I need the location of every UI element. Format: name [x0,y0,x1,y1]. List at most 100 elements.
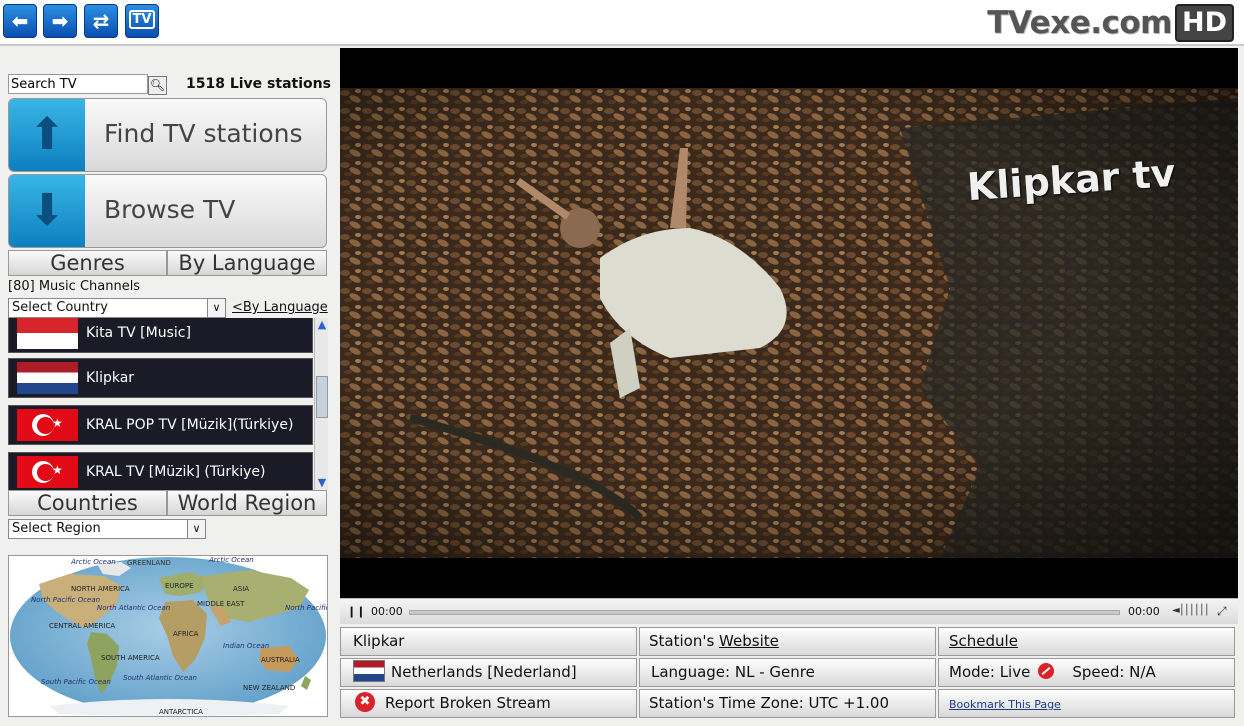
video-player[interactable]: Klipkar tv ❙❙ 00:00 00:00 ◄││││││ ⤢ [340,48,1238,624]
up-arrow-icon: ⬆ [9,99,85,171]
find-tv-stations-label: Find TV stations [104,119,303,148]
page-root: ⬅ ➡ ⇄ TV TVexe.com HD 🔍︎ 1518 Live stati… [0,0,1244,726]
station-name-cell: Klipkar [340,627,637,656]
map-label: North Atlantic Ocean [97,604,170,612]
map-label: North Pacific Ocean [31,596,100,604]
progress-bar[interactable] [409,610,1120,615]
map-label: Arctic Ocean [208,556,254,564]
website-prefix: Station's [649,632,720,650]
channel-name: KRAL TV [Müzik] (Türkiye) [86,464,266,480]
left-panel: 🔍︎ 1518 Live stations ⬆ Find TV stations… [0,48,338,726]
find-tv-stations-button[interactable]: ⬆ Find TV stations [8,98,327,172]
station-language: Language: NL - Genre [651,663,815,681]
tab-world-region[interactable]: World Region [167,490,327,516]
map-label: North Pacific Ocean [285,604,327,612]
map-label: South Pacific Ocean [41,678,111,686]
map-label: Indian Ocean [223,642,269,650]
magnifier-icon[interactable]: 🔍︎ [148,76,167,95]
netherlands-flag-icon [353,659,385,682]
map-label: AFRICA [173,630,199,638]
no-entry-icon [1038,662,1055,679]
browse-tv-button[interactable]: ⬇ Browse TV [8,174,327,248]
channel-item-klipkar[interactable]: Klipkar [8,358,313,398]
tv-label: TV [128,10,156,29]
country-select-value: Select Country [12,300,108,315]
station-country[interactable]: Netherlands [Nederland] [391,663,577,681]
stream-mode: Mode: Live [949,663,1031,681]
schedule-cell: Schedule [938,627,1235,656]
channel-name: Kita TV [Music] [86,325,191,341]
player-controls: ❙❙ 00:00 00:00 ◄││││││ ⤢ [340,598,1238,624]
world-map-graphic: Arctic Ocean GREENLAND Arctic Ocean NORT… [10,556,327,716]
netherlands-flag-icon [17,362,78,394]
forward-arrow-icon[interactable]: ➡ [43,4,77,38]
map-label: AUSTRALIA [261,656,300,664]
chevron-down-icon: ∨ [187,520,205,538]
channel-item-kita-tv[interactable]: Kita TV [Music] [8,318,313,353]
map-label: NEW ZEALAND [243,684,295,692]
current-time: 00:00 [371,605,403,618]
station-timezone: Station's Time Zone: UTC +1.00 [649,694,889,712]
map-label: South Atlantic Ocean [123,674,197,682]
turkey-flag-icon: ★ [17,456,78,488]
live-station-count: 1518 Live stations [186,76,331,92]
mode-speed-cell: Mode: Live Speed: N/A [938,658,1235,687]
country-cell: Netherlands [Nederland] [340,658,637,687]
close-icon: ✖ [355,691,375,712]
logo-text: TVexe.com [987,5,1172,41]
channel-list: Kita TV [Music] Klipkar ★ KRAL POP TV [M… [8,318,328,490]
map-label: EUROPE [165,582,194,590]
map-label: GREENLAND [127,559,171,567]
fullscreen-icon[interactable]: ⤢ [1217,604,1227,619]
down-arrow-icon: ⬇ [9,175,85,247]
channel-list-scrollbar[interactable]: ▲ ▼ [314,318,328,490]
tab-countries[interactable]: Countries [8,490,167,516]
map-label: SOUTH AMERICA [101,654,160,662]
video-frame[interactable]: Klipkar tv [340,88,1238,558]
tab-genres[interactable]: Genres [8,250,167,276]
region-select[interactable]: Select Region ∨ [8,519,206,539]
tv-home-button[interactable]: TV [125,4,159,38]
by-language-link[interactable]: <By Language [232,300,328,315]
genre-heading: [80] Music Channels [8,279,141,294]
map-label: NORTH AMERICA [71,585,130,593]
schedule-link[interactable]: Schedule [949,632,1018,650]
bookmark-link[interactable]: Bookmark This Page [939,698,1061,711]
volume-icon[interactable]: ◄││││││ [1172,605,1210,616]
country-select[interactable]: Select Country ∨ [8,298,226,318]
logo-hd-badge: HD [1174,4,1234,42]
map-label: ASIA [233,585,249,593]
refresh-icon[interactable]: ⇄ [84,4,118,38]
total-time: 00:00 [1128,605,1160,618]
channel-item-kral-pop-tv[interactable]: ★ KRAL POP TV [Müzik](Türkiye) [8,405,313,445]
search-input[interactable] [8,74,148,94]
browse-tv-label: Browse TV [104,195,236,224]
back-arrow-icon[interactable]: ⬅ [3,4,37,38]
region-select-value: Select Region [12,521,101,536]
scroll-thumb[interactable] [316,376,328,418]
report-broken-stream-button[interactable]: ✖ Report Broken Stream [340,689,637,718]
language-cell: Language: NL - Genre [639,658,936,687]
station-name: Klipkar [353,632,405,650]
indonesia-flag-icon [17,318,78,349]
station-website-cell: Station's Website [639,627,936,656]
scroll-up-icon[interactable]: ▲ [316,319,328,331]
channel-name: KRAL POP TV [Müzik](Türkiye) [86,417,294,433]
site-logo[interactable]: TVexe.com HD [987,4,1234,42]
stream-speed: Speed: N/A [1072,663,1156,681]
report-label: Report Broken Stream [385,694,551,712]
bookmark-cell: Bookmark This Page [938,689,1235,718]
world-map[interactable]: Arctic Ocean GREENLAND Arctic Ocean NORT… [8,555,328,717]
pause-icon[interactable]: ❙❙ [347,605,365,618]
channel-item-kral-tv[interactable]: ★ KRAL TV [Müzik] (Türkiye) [8,452,313,490]
turkey-flag-icon: ★ [17,409,78,441]
map-label: MIDDLE EAST [197,600,245,608]
map-label: Arctic Ocean [70,558,116,566]
tab-by-language[interactable]: By Language [167,250,327,276]
map-label: ANTARCTICA [159,708,203,716]
top-bar: ⬅ ➡ ⇄ TV TVexe.com HD [0,0,1244,46]
chevron-down-icon: ∨ [207,299,225,317]
station-website-link[interactable]: Website [719,632,779,650]
channel-name: Klipkar [86,370,135,386]
scroll-down-icon[interactable]: ▼ [316,477,328,489]
